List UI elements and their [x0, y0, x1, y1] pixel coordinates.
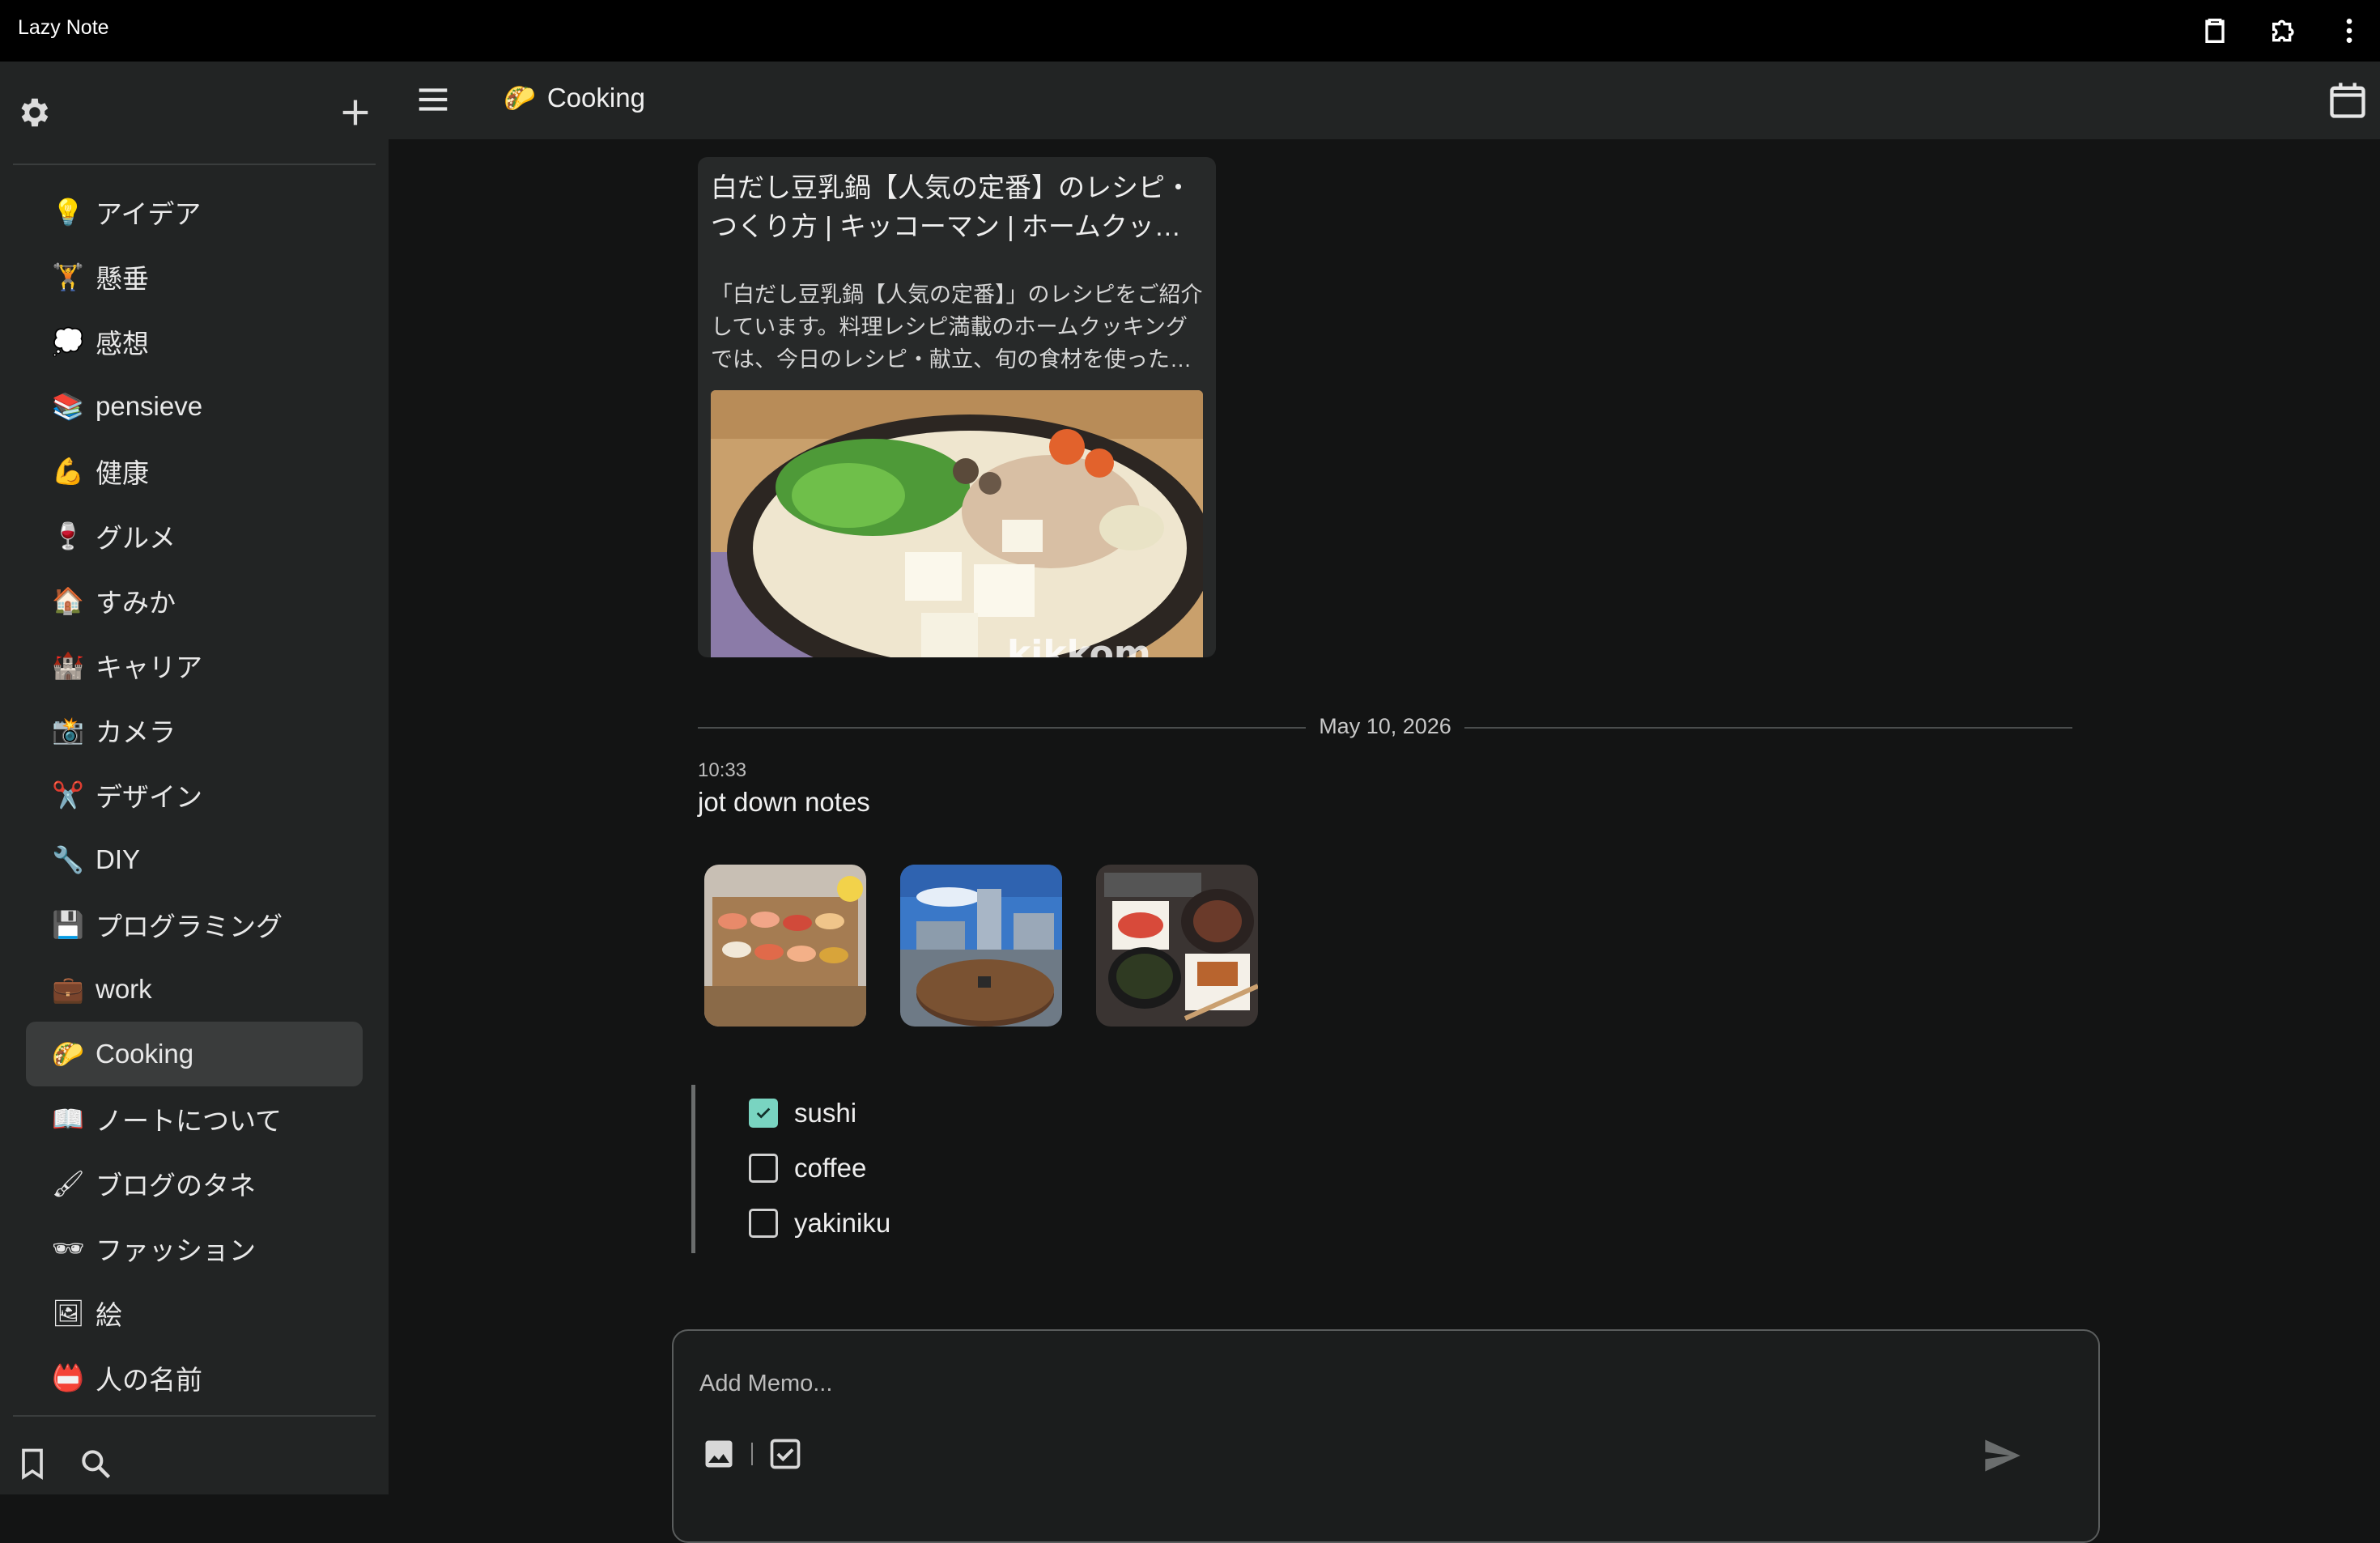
sidebar-item-about-notes[interactable]: 📖 ノートについて [26, 1086, 363, 1151]
title-bar: Lazy Note [0, 0, 2380, 62]
memo-timeline[interactable]: 白だし豆乳鍋【人気の定番】のレシピ・つくり方 | キッコーマン | ホームクッキ… [389, 139, 2380, 1543]
date-separator-label: May 10, 2026 [1306, 714, 1464, 738]
checkbox-checked[interactable] [749, 1099, 778, 1128]
sidebar-item-diy[interactable]: 🔧 DIY [26, 827, 363, 892]
menu-icon[interactable] [414, 81, 452, 118]
sidebar: 💡 アイデア 🏋 懸垂 💭 感想 📚 pensieve 💪 健康 🍷 グルメ 🏠 すみか 🏰 キ… [0, 62, 389, 1494]
sidebar-divider-bottom [13, 1415, 376, 1417]
sidebar-toolbar [0, 62, 389, 165]
sidebar-item-home[interactable]: 🏠 すみか [26, 568, 363, 633]
sidebar-item-drawing[interactable]: 🖼 絵 [26, 1281, 363, 1345]
date-separator: May 10, 2026 [698, 711, 2072, 743]
image-icon[interactable] [701, 1436, 737, 1472]
clipboard-icon[interactable] [2199, 15, 2231, 47]
page-title: 🌮 Cooking [504, 83, 645, 113]
bookmark-icon[interactable] [15, 1446, 50, 1481]
memo-image-sushi[interactable] [704, 865, 866, 1027]
calendar-icon[interactable] [2327, 79, 2369, 121]
memo-image-balcony[interactable] [900, 865, 1062, 1027]
checklist-item-label: coffee [794, 1153, 867, 1183]
memo-image-yakiniku[interactable] [1096, 865, 1258, 1027]
checklist-item[interactable]: yakiniku [749, 1203, 890, 1243]
checklist-item[interactable]: coffee [749, 1148, 866, 1188]
link-preview-image: kikkom [711, 390, 1203, 657]
sidebar-item-idea[interactable]: 💡 アイデア [26, 180, 363, 244]
sidebar-item-pensieve[interactable]: 📚 pensieve [26, 374, 363, 439]
checklist-item-label: sushi [794, 1098, 857, 1128]
sidebar-item-blog-ideas[interactable]: 🖌 ブログのタネ [26, 1151, 363, 1216]
page-title-emoji: 🌮 [504, 83, 536, 113]
sidebar-item-fashion[interactable]: 🕶 ファッション [26, 1216, 363, 1281]
composer-divider [751, 1443, 753, 1465]
sidebar-item-design[interactable]: ✂️ デザイン [26, 763, 363, 827]
sidebar-item-gourmet[interactable]: 🍷 グルメ [26, 504, 363, 568]
app-title: Lazy Note [18, 16, 109, 39]
sidebar-item-impressions[interactable]: 💭 感想 [26, 309, 363, 374]
sidebar-item-work[interactable]: 💼 work [26, 957, 363, 1022]
memo-timestamp: 10:33 [698, 759, 747, 781]
sidebar-item-health[interactable]: 💪 健康 [26, 439, 363, 504]
link-preview-watermark: kikkom [1007, 633, 1151, 657]
send-icon[interactable] [1982, 1435, 2024, 1477]
sidebar-divider [13, 164, 376, 165]
note-header: 🌮 Cooking [389, 62, 2380, 139]
checklist-item[interactable]: sushi [749, 1093, 856, 1133]
sidebar-item-cooking[interactable]: 🌮 Cooking [26, 1022, 363, 1086]
gear-icon[interactable] [15, 94, 52, 131]
memo-text[interactable]: jot down notes [698, 787, 870, 818]
note-list: 💡 アイデア 🏋 懸垂 💭 感想 📚 pensieve 💪 健康 🍷 グルメ 🏠 すみか 🏰 キ… [0, 180, 389, 1410]
sidebar-item-programming[interactable]: 💾 プログラミング [26, 892, 363, 957]
search-icon[interactable] [78, 1446, 113, 1481]
sidebar-footer [0, 1430, 389, 1494]
link-preview-card[interactable]: 白だし豆乳鍋【人気の定番】のレシピ・つくり方 | キッコーマン | ホームクッキ… [698, 157, 1216, 657]
checklist: sushi coffee yakiniku [691, 1085, 1181, 1253]
checklist-icon[interactable] [767, 1436, 803, 1472]
link-preview-description: 「白だし豆乳鍋【人気の定番】」のレシピをご紹介しています。料理レシピ満載のホーム… [711, 283, 1203, 372]
memo-composer [672, 1329, 2100, 1543]
sidebar-item-camera[interactable]: 📸 カメラ [26, 698, 363, 763]
memo-input[interactable] [698, 1367, 1996, 1401]
checklist-item-label: yakiniku [794, 1208, 891, 1238]
checkbox-unchecked[interactable] [749, 1209, 778, 1238]
sidebar-item-names[interactable]: 📛 人の名前 [26, 1345, 363, 1410]
more-vert-icon[interactable] [2333, 15, 2365, 47]
page-title-text: Cooking [546, 83, 645, 113]
sidebar-item-pullup[interactable]: 🏋 懸垂 [26, 244, 363, 309]
sidebar-item-career[interactable]: 🏰 キャリア [26, 633, 363, 698]
link-preview-title: 白だし豆乳鍋【人気の定番】のレシピ・つくり方 | キッコーマン | ホームクッキ… [711, 172, 1192, 241]
checkbox-unchecked[interactable] [749, 1154, 778, 1183]
extension-icon[interactable] [2268, 15, 2301, 47]
add-note-button[interactable] [337, 94, 374, 131]
